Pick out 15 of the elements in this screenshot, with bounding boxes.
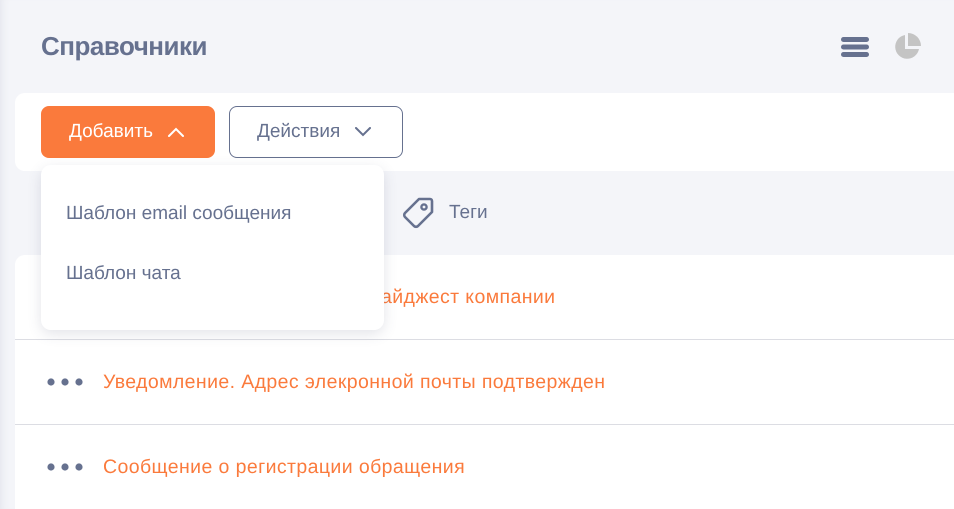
more-icon[interactable] <box>47 378 83 386</box>
template-link[interactable]: айджест компании <box>381 286 556 308</box>
more-icon[interactable] <box>47 463 83 471</box>
actions-button[interactable]: Действия <box>228 106 404 158</box>
add-button[interactable]: Добавить <box>41 106 215 158</box>
caret-icon <box>166 127 185 137</box>
page-title: Справочники <box>41 31 207 62</box>
template-link[interactable]: Уведомление. Адрес элекронной почты подтвержден <box>103 370 606 394</box>
menu-item[interactable]: Шаблон email сообщения <box>41 193 384 234</box>
menu-item[interactable]: Шаблон чата <box>41 253 384 294</box>
list-view-icon[interactable] <box>841 36 869 58</box>
template-link[interactable]: Сообщение о регистрации обращения <box>103 456 466 478</box>
tag-icon <box>401 196 435 230</box>
caret-icon <box>354 127 372 137</box>
tags-tab[interactable]: Теги <box>401 196 488 230</box>
